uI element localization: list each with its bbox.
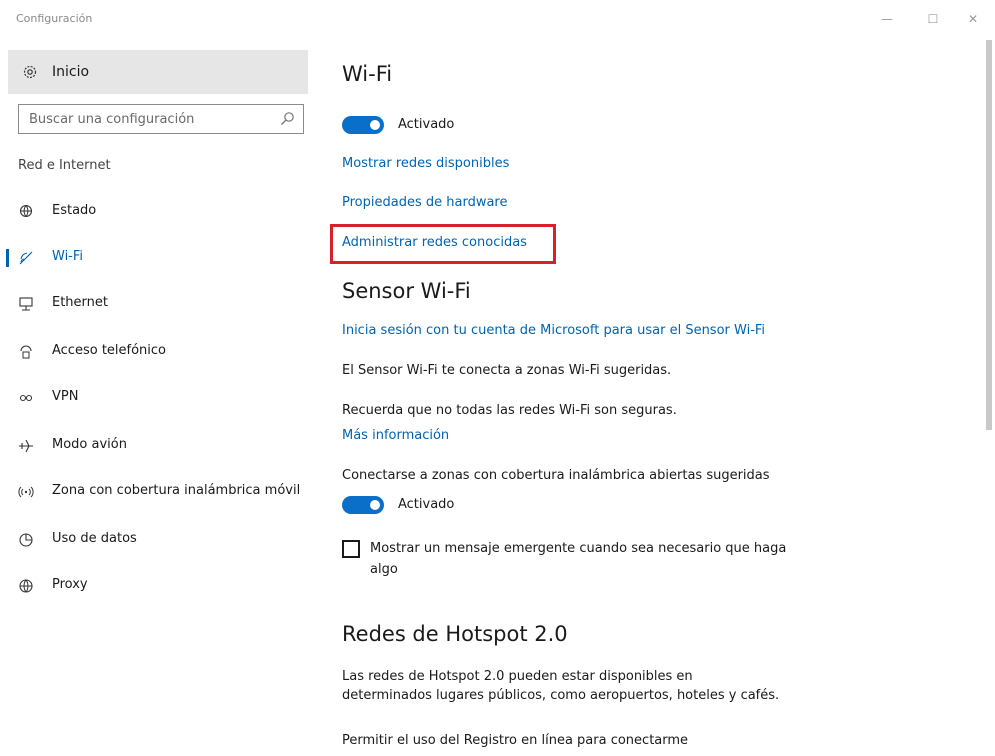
maximize-button[interactable]: ☐ [918, 8, 948, 30]
home-label: Inicio [52, 64, 90, 80]
hardware-properties-link[interactable]: Propiedades de hardware [342, 195, 507, 210]
sidebar-item-label: Acceso telefónico [52, 343, 167, 358]
sense-description: El Sensor Wi-Fi te conecta a zonas Wi-Fi… [342, 363, 672, 378]
proxy-globe-icon [18, 578, 34, 594]
sidebar-item-vpn[interactable]: VPN [0, 376, 320, 420]
sidebar-item-label: Uso de datos [52, 531, 137, 546]
sidebar-item-label: VPN [52, 389, 79, 404]
checkbox-label-line1: Mostrar un mensaje emergente cuando sea … [370, 541, 787, 556]
hotspot-desc-line2: determinados lugares públicos, como aero… [342, 688, 780, 703]
active-indicator [6, 249, 9, 267]
search-box [18, 104, 304, 134]
status-globe-icon [18, 204, 34, 220]
close-button[interactable]: ✕ [958, 8, 988, 30]
connect-open-hotspots-label: Conectarse a zonas con cobertura inalámb… [342, 468, 770, 483]
wifi-toggle[interactable] [342, 116, 384, 134]
sidebar-item-label: Ethernet [52, 295, 108, 310]
wifi-icon [18, 250, 34, 266]
connect-hotspots-toggle[interactable] [342, 496, 384, 514]
checkbox-label-line2: algo [370, 562, 398, 577]
minimize-button[interactable]: — [872, 8, 902, 30]
window-title: Configuración [16, 12, 93, 25]
scrollbar[interactable] [986, 40, 992, 430]
sidebar-item-estado[interactable]: Estado [0, 190, 320, 234]
wifi-toggle-label: Activado [398, 117, 455, 132]
sidebar-item-label: Proxy [52, 577, 88, 592]
title-bar: Configuración — ☐ ✕ [0, 0, 995, 40]
sidebar-item-wifi[interactable]: Wi-Fi [0, 236, 320, 280]
search-input[interactable] [19, 105, 289, 133]
wifi-sense-heading: Sensor Wi-Fi [342, 279, 471, 303]
online-signup-label: Permitir el uso del Registro en línea pa… [342, 733, 689, 748]
sidebar-item-ethernet[interactable]: Ethernet [0, 282, 320, 326]
hotspot-icon [18, 484, 34, 500]
sidebar-item-proxy[interactable]: Proxy [0, 564, 320, 608]
hotspot-heading: Redes de Hotspot 2.0 [342, 622, 568, 646]
wifi-heading: Wi-Fi [342, 62, 393, 86]
dialup-icon [18, 344, 34, 360]
airplane-icon [18, 438, 34, 454]
connect-hotspots-toggle-label: Activado [398, 497, 455, 512]
sidebar-item-uso-datos[interactable]: Uso de datos [0, 518, 320, 562]
sidebar-item-zona-cobertura[interactable]: Zona con cobertura inalámbrica móvil [0, 470, 320, 514]
sidebar-item-modo-avion[interactable]: Modo avión [0, 424, 320, 468]
sidebar-item-label: Modo avión [52, 437, 127, 452]
toggle-knob [370, 120, 380, 130]
home-button[interactable]: Inicio [8, 50, 308, 94]
signin-link[interactable]: Inicia sesión con tu cuenta de Microsoft… [342, 323, 765, 338]
sidebar-item-label: Zona con cobertura inalámbrica móvil [52, 483, 301, 498]
sidebar-item-label: Estado [52, 203, 97, 218]
ethernet-icon [18, 296, 34, 312]
hotspot-desc-line1: Las redes de Hotspot 2.0 pueden estar di… [342, 669, 693, 684]
section-title: Red e Internet [18, 158, 111, 173]
vpn-icon [18, 390, 34, 406]
security-warning: Recuerda que no todas las redes Wi-Fi so… [342, 403, 677, 418]
search-icon[interactable] [279, 111, 295, 127]
toggle-knob [370, 500, 380, 510]
gear-icon [22, 64, 38, 80]
show-networks-link[interactable]: Mostrar redes disponibles [342, 156, 509, 171]
data-usage-icon [18, 532, 34, 548]
sidebar: Inicio Red e Internet Estado Wi-Fi Ether… [0, 40, 320, 756]
sidebar-item-acceso-telefonico[interactable]: Acceso telefónico [0, 330, 320, 374]
sidebar-item-label: Wi-Fi [52, 249, 84, 264]
more-info-link[interactable]: Más información [342, 428, 449, 443]
popup-message-checkbox[interactable] [342, 540, 360, 558]
highlight-box [330, 224, 556, 264]
